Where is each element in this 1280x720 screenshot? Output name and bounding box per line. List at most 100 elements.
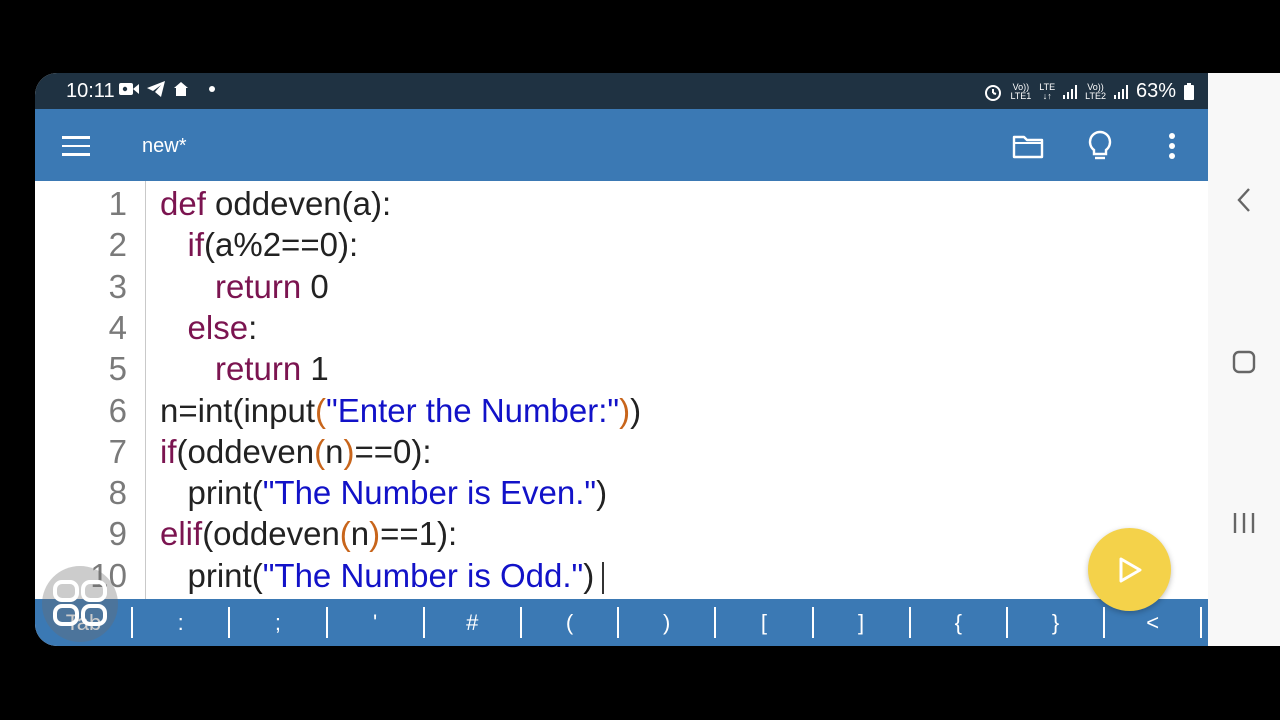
lightbulb-icon[interactable] <box>1083 129 1117 163</box>
signal-icon-2 <box>1113 84 1128 99</box>
key-symbol[interactable]: ( <box>521 599 618 646</box>
phone-screen: 10:11 Vo)) LTE1 LTE ↓↑ Vo)) LTE2 63% new* <box>35 73 1280 646</box>
sim2-indicator: Vo)) LTE2 <box>1085 82 1106 101</box>
code-token: print( <box>160 556 263 594</box>
line-number: 1 <box>108 185 127 222</box>
code-token: print( <box>160 474 263 512</box>
code-token: "Enter the Number:" <box>326 391 620 429</box>
code-line: 8 print("The Number is Even.") <box>35 472 1208 513</box>
code-token: ( <box>315 391 327 429</box>
code-text: if(oddeven(n)==0): <box>160 431 432 472</box>
key-symbol[interactable]: ) <box>618 599 715 646</box>
code-token: : <box>248 308 258 346</box>
key-symbol[interactable]: [ <box>715 599 812 646</box>
code-text: return 1 <box>160 348 329 389</box>
line-number: 3 <box>108 267 127 305</box>
code-token: def <box>160 185 206 222</box>
code-token: ) <box>630 391 642 429</box>
key-symbol[interactable]: # <box>424 599 521 646</box>
key-separator <box>1200 607 1203 638</box>
code-token: (a%2==0): <box>204 226 359 264</box>
sim1-bottom: LTE1 <box>1010 90 1032 101</box>
code-text: print("The Number is Even.") <box>160 472 608 513</box>
floating-apps-icon <box>53 580 107 626</box>
floating-window-button[interactable] <box>42 566 118 642</box>
code-token: n <box>325 432 344 470</box>
code-token: 0 <box>301 267 329 305</box>
home-notif-icon <box>174 82 188 96</box>
status-time: 10:11 <box>66 80 115 102</box>
navigation-bar <box>1208 73 1280 646</box>
back-icon[interactable] <box>1230 186 1258 214</box>
code-text: print("The Number is Odd.") <box>160 555 605 596</box>
line-number: 8 <box>108 474 127 512</box>
code-token: "The Number is Odd." <box>262 556 584 594</box>
more-vert-icon[interactable] <box>1155 129 1189 163</box>
code-token: ) <box>369 515 381 553</box>
code-token: (oddeven <box>202 515 340 553</box>
key-symbol[interactable]: ' <box>327 599 424 646</box>
status-right: Vo)) LTE1 LTE ↓↑ Vo)) LTE2 63% <box>984 80 1194 103</box>
code-text: elif(oddeven(n)==1): <box>160 513 457 554</box>
notification-icons <box>119 81 215 97</box>
folder-icon[interactable] <box>1011 129 1045 163</box>
line-number: 7 <box>108 432 127 470</box>
signal-icon-1 <box>1063 84 1078 99</box>
code-text: else: <box>160 307 258 348</box>
home-icon[interactable] <box>1230 348 1258 376</box>
battery-percent: 63% <box>1135 80 1176 102</box>
code-line: 6 n=int(input("Enter the Number:")) <box>35 390 1208 431</box>
code-token: oddeven(a): <box>205 185 392 222</box>
alarm-icon <box>985 84 1002 101</box>
code-editor[interactable]: 1 def oddeven(a): 2 if(a%2==0): 3 return 04… <box>35 181 1208 599</box>
play-icon <box>1119 557 1141 582</box>
battery-icon <box>1184 83 1194 100</box>
code-token: if <box>160 432 177 470</box>
lte-arrows: ↓↑ <box>1042 90 1052 101</box>
code-token: ==1): <box>380 515 458 553</box>
video-icon <box>119 83 139 95</box>
code-line: 2 if(a%2==0): <box>35 224 1208 265</box>
line-number: 6 <box>108 391 127 429</box>
app-bar: new* <box>35 109 1208 181</box>
key-symbol[interactable]: } <box>1007 599 1104 646</box>
code-token: elif <box>160 515 203 553</box>
code-text: def oddeven(a): <box>160 183 391 224</box>
code-token: ( <box>314 432 326 470</box>
dot-icon <box>209 86 215 92</box>
code-line: 9 elif(oddeven(n)==1): <box>35 513 1208 554</box>
line-number: 2 <box>108 226 127 264</box>
code-token: n=int(input <box>160 391 316 429</box>
key-symbol[interactable]: : <box>132 599 229 646</box>
symbol-keybar: Tab:; ' #()[]{} < <box>35 599 1208 646</box>
recents-icon[interactable] <box>1230 509 1258 537</box>
code-token: else <box>187 308 249 346</box>
code-token: (oddeven <box>176 432 315 470</box>
key-symbol[interactable]: ; <box>229 599 326 646</box>
run-button[interactable] <box>1088 528 1171 611</box>
code-token: ( <box>339 515 351 553</box>
code-token: n <box>350 515 370 553</box>
sim1-indicator: Vo)) LTE1 <box>1010 82 1032 101</box>
code-line: 10 print("The Number is Odd.") <box>35 555 1208 596</box>
code-token: ) <box>343 432 355 470</box>
line-number: 5 <box>108 350 127 388</box>
code-line: 1 def oddeven(a): <box>35 183 1208 224</box>
code-text: if(a%2==0): <box>160 224 359 265</box>
code-token: return <box>215 267 302 305</box>
code-line: 5 return 1 <box>35 348 1208 389</box>
code-text: n=int(input("Enter the Number:")) <box>160 390 641 431</box>
status-bar: 10:11 Vo)) LTE1 LTE ↓↑ Vo)) LTE2 63% <box>35 73 1208 109</box>
line-number: 4 <box>108 308 127 346</box>
menu-icon[interactable] <box>62 136 90 156</box>
code-token: ==0): <box>354 432 432 470</box>
code-token: if <box>187 226 205 264</box>
code-token: return <box>215 350 302 388</box>
key-symbol[interactable]: ] <box>813 599 910 646</box>
key-symbol[interactable]: { <box>910 599 1007 646</box>
code-token: "The Number is Even." <box>262 474 597 512</box>
code-line: 3 return 0 <box>35 266 1208 307</box>
code-token: ) <box>619 391 631 429</box>
